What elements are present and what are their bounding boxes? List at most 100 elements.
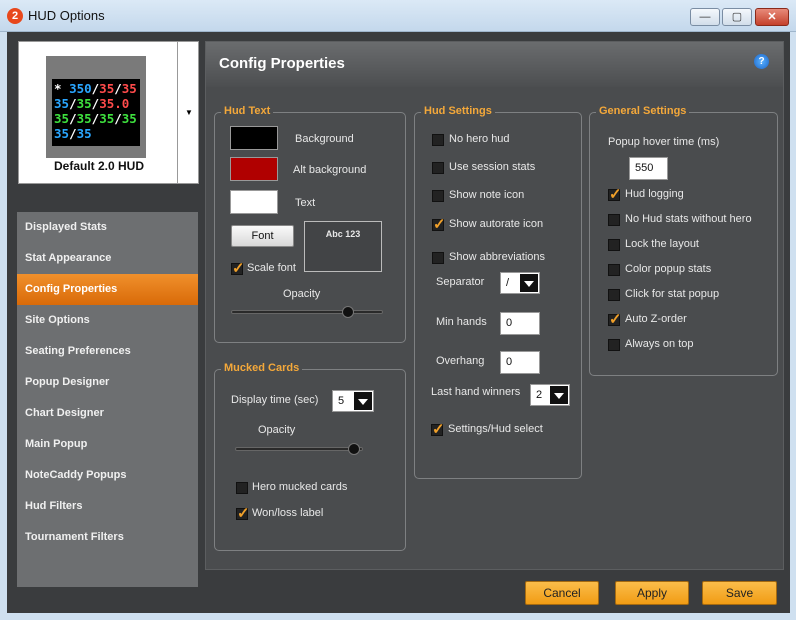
popup-hover-input[interactable]: 550: [629, 157, 668, 180]
popup-hover-label: Popup hover time (ms): [608, 136, 720, 148]
save-button[interactable]: Save: [702, 581, 777, 605]
click-for-stat-popup-label: Click for stat popup: [625, 288, 720, 300]
hud-settings-group: Hud Settings No hero hud Use session sta…: [414, 105, 582, 479]
main-header: Config Properties ?: [206, 42, 783, 87]
window-client: * 350/35/35 35/35/35.0 35/35/35/35 35/35…: [7, 32, 790, 613]
sidebar-item-seating-preferences[interactable]: Seating Preferences: [17, 336, 198, 367]
alt-background-color-swatch[interactable]: [230, 157, 278, 181]
chevron-down-icon: [550, 386, 568, 404]
hud-profile-card[interactable]: * 350/35/35 35/35/35.0 35/35/35/35 35/35…: [18, 41, 178, 184]
font-button[interactable]: Font: [231, 225, 294, 247]
hero-mucked-label: Hero mucked cards: [252, 481, 348, 493]
hud-logging-checkbox[interactable]: [608, 185, 622, 203]
no-hero-hud-label: No hero hud: [449, 133, 510, 145]
chevron-down-icon: ▼: [185, 108, 193, 117]
display-time-select[interactable]: 5: [332, 390, 374, 412]
group-label: Hud Text: [221, 105, 274, 117]
show-autorate-icon-checkbox[interactable]: [432, 215, 446, 233]
sidebar-item-site-options[interactable]: Site Options: [17, 305, 198, 336]
hud-logging-label: Hud logging: [625, 188, 684, 200]
mucked-opacity-slider-thumb[interactable]: [348, 443, 361, 455]
title-bar: 2 HUD Options — ▢ ✕: [0, 0, 796, 32]
lock-layout-label: Lock the layout: [625, 238, 699, 250]
no-hud-stats-without-hero-label: No Hud stats without hero: [625, 213, 752, 225]
sidebar-item-config-properties[interactable]: Config Properties: [17, 274, 198, 305]
separator-label: Separator: [436, 276, 485, 288]
overhang-label: Overhang: [436, 355, 485, 367]
sidebar-item-tournament-filters[interactable]: Tournament Filters: [17, 522, 198, 553]
auto-z-order-label: Auto Z-order: [625, 313, 687, 325]
mucked-opacity-label: Opacity: [258, 424, 296, 436]
opacity-slider-thumb[interactable]: [342, 306, 355, 318]
settings-hud-select-checkbox[interactable]: [431, 420, 445, 438]
sidebar-nav: Displayed Stats Stat Appearance Config P…: [17, 212, 198, 587]
hero-mucked-checkbox[interactable]: [236, 482, 248, 494]
settings-hud-select-label: Settings/Hud select: [448, 423, 543, 435]
last-hand-winners-label: Last hand winners: [431, 386, 521, 398]
group-label: Mucked Cards: [221, 362, 303, 374]
font-sample: Abc 123: [304, 221, 382, 272]
text-color-label: Text: [295, 197, 316, 209]
click-for-stat-popup-checkbox[interactable]: [608, 289, 620, 301]
sidebar-item-hud-filters[interactable]: Hud Filters: [17, 491, 198, 522]
opacity-label: Opacity: [283, 288, 321, 300]
window-title: HUD Options: [28, 8, 105, 23]
display-time-label: Display time (sec): [231, 394, 319, 406]
text-color-swatch[interactable]: [230, 190, 278, 214]
hud-profile-dropdown[interactable]: ▼: [177, 41, 199, 184]
use-session-stats-label: Use session stats: [449, 161, 536, 173]
show-note-icon-checkbox[interactable]: [432, 190, 444, 202]
app-icon: 2: [7, 8, 23, 24]
show-autorate-icon-label: Show autorate icon: [449, 218, 544, 230]
sidebar-item-displayed-stats[interactable]: Displayed Stats: [17, 212, 198, 243]
main-panel: Config Properties ? Hud Text Background …: [205, 41, 784, 570]
hud-preview-stats: * 350/35/35 35/35/35.0 35/35/35/35 35/35: [52, 79, 140, 146]
scale-font-checkbox[interactable]: [231, 259, 245, 277]
won-loss-checkbox[interactable]: [236, 504, 250, 522]
chevron-down-icon: [354, 392, 372, 410]
min-hands-input[interactable]: 0: [500, 312, 540, 335]
background-label: Background: [295, 133, 354, 145]
cancel-button[interactable]: Cancel: [525, 581, 599, 605]
show-note-icon-label: Show note icon: [449, 189, 525, 201]
min-hands-label: Min hands: [436, 316, 487, 328]
sidebar-item-popup-designer[interactable]: Popup Designer: [17, 367, 198, 398]
show-abbreviations-label: Show abbreviations: [449, 251, 546, 263]
color-popup-stats-checkbox[interactable]: [608, 264, 620, 276]
apply-button[interactable]: Apply: [615, 581, 689, 605]
group-label: Hud Settings: [421, 105, 495, 117]
always-on-top-label: Always on top: [625, 338, 694, 350]
hud-text-group: Hud Text Background Alt background Text …: [214, 105, 406, 343]
page-title: Config Properties: [219, 55, 345, 72]
mucked-opacity-slider-track[interactable]: [235, 447, 363, 451]
sidebar-item-chart-designer[interactable]: Chart Designer: [17, 398, 198, 429]
sidebar-item-notecaddy-popups[interactable]: NoteCaddy Popups: [17, 460, 198, 491]
separator-select[interactable]: /: [500, 272, 540, 294]
no-hero-hud-checkbox[interactable]: [432, 134, 444, 146]
maximize-button[interactable]: ▢: [722, 8, 752, 26]
help-icon[interactable]: ?: [754, 54, 769, 69]
lock-layout-checkbox[interactable]: [608, 239, 620, 251]
use-session-stats-checkbox[interactable]: [432, 162, 444, 174]
mucked-cards-group: Mucked Cards Display time (sec) 5 Opacit…: [214, 362, 406, 551]
won-loss-label: Won/loss label: [252, 507, 324, 519]
sidebar-item-main-popup[interactable]: Main Popup: [17, 429, 198, 460]
hud-preview: * 350/35/35 35/35/35.0 35/35/35/35 35/35: [46, 56, 146, 158]
opacity-slider-track[interactable]: [231, 310, 383, 314]
alt-background-label: Alt background: [293, 164, 367, 176]
auto-z-order-checkbox[interactable]: [608, 310, 622, 328]
hud-profile-name: Default 2.0 HUD: [53, 159, 145, 173]
scale-font-label: Scale font: [247, 262, 296, 274]
close-button[interactable]: ✕: [755, 8, 789, 26]
background-color-swatch[interactable]: [230, 126, 278, 150]
no-hud-stats-without-hero-checkbox[interactable]: [608, 214, 620, 226]
always-on-top-checkbox[interactable]: [608, 339, 620, 351]
general-settings-group: General Settings Popup hover time (ms) 5…: [589, 105, 778, 376]
color-popup-stats-label: Color popup stats: [625, 263, 712, 275]
show-abbreviations-checkbox[interactable]: [432, 252, 444, 264]
group-label: General Settings: [596, 105, 690, 117]
last-hand-winners-select[interactable]: 2: [530, 384, 570, 406]
overhang-input[interactable]: 0: [500, 351, 540, 374]
minimize-button[interactable]: —: [690, 8, 720, 26]
sidebar-item-stat-appearance[interactable]: Stat Appearance: [17, 243, 198, 274]
